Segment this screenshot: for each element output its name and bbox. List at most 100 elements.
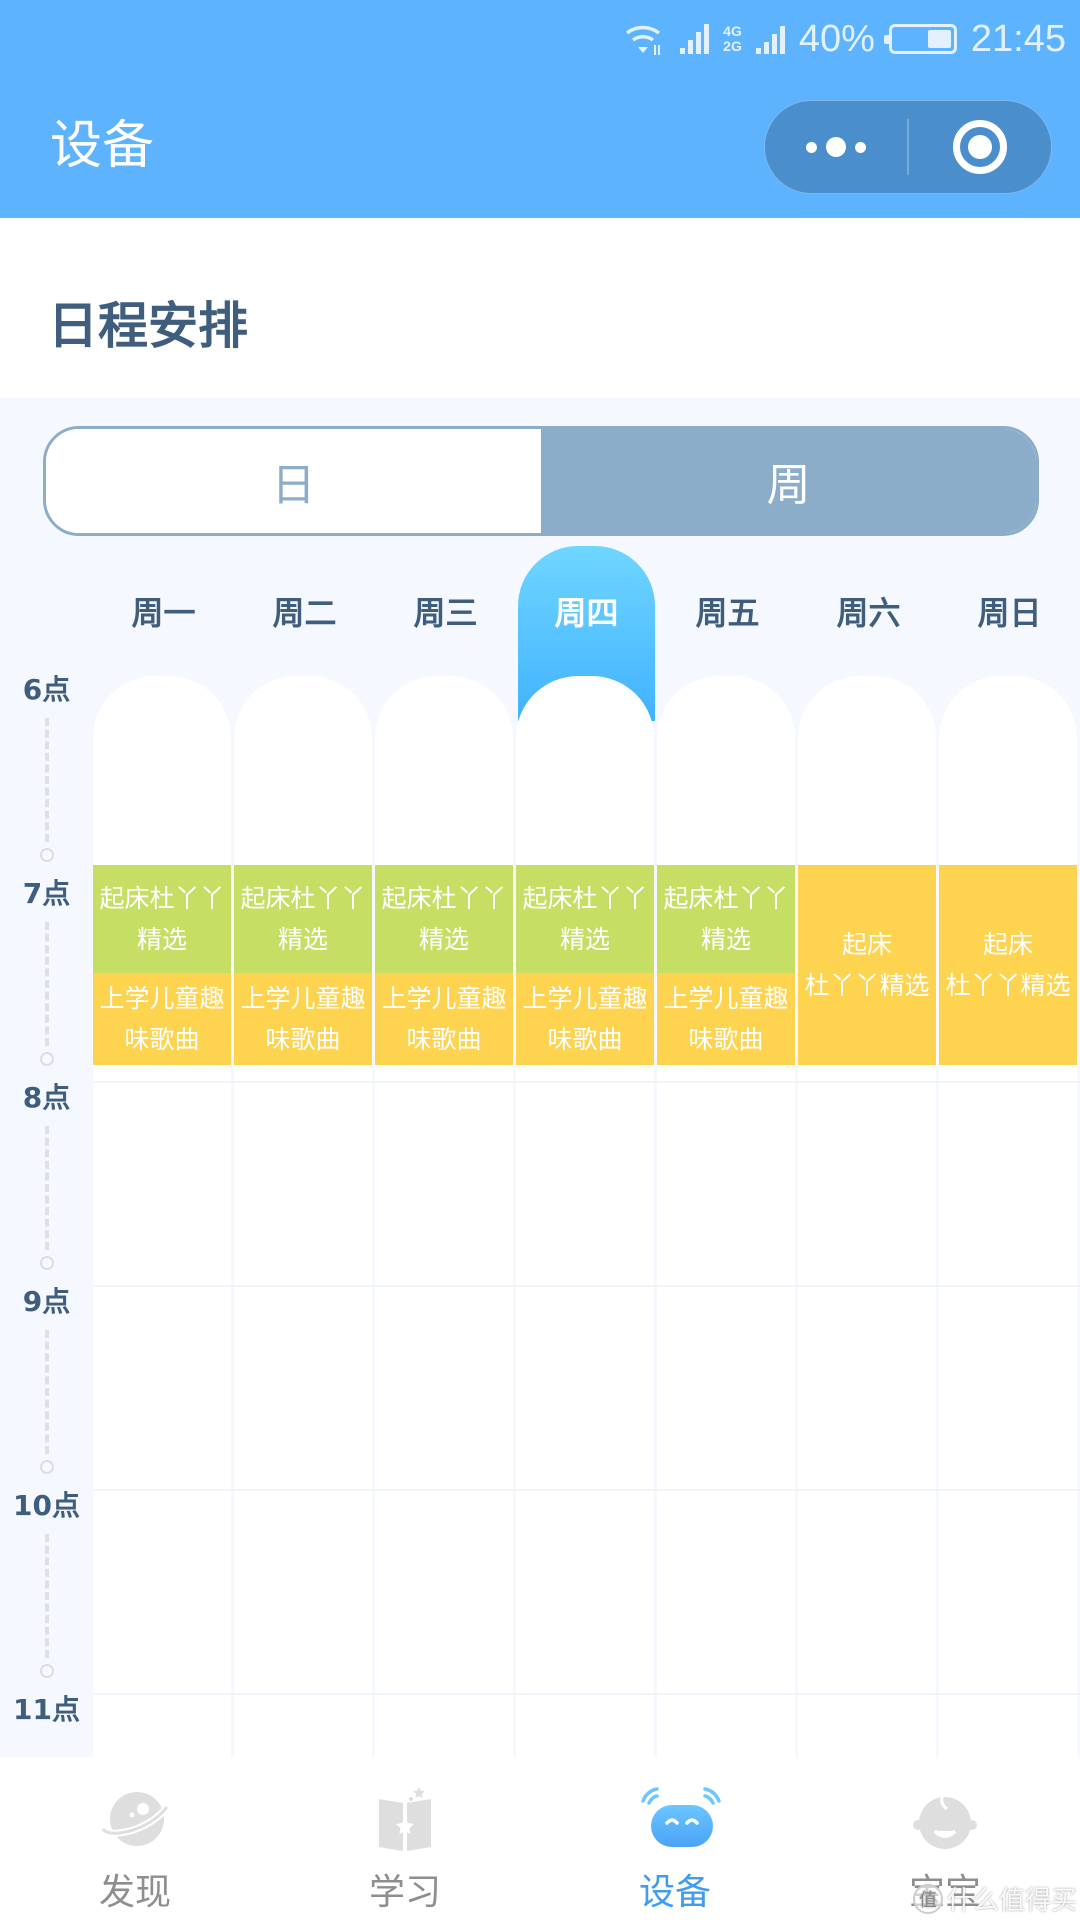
schedule-event[interactable]: 上学儿童趣 味歌曲	[375, 973, 513, 1065]
day-header-sat[interactable]: 周六	[798, 546, 939, 676]
event-title-line: 味歌曲	[124, 1025, 200, 1054]
more-dots-icon	[806, 137, 866, 157]
day-header-fri[interactable]: 周五	[657, 546, 798, 676]
event-title: 起床杜丫丫精选	[381, 878, 506, 960]
timeline-dot	[40, 1664, 54, 1678]
hour-label: 6点	[22, 673, 71, 706]
tab-label: 学习	[368, 1872, 441, 1913]
day-column[interactable]	[234, 676, 372, 1766]
event-title-line: 起床	[982, 929, 1033, 959]
schedule-event[interactable]: 起床杜丫丫精选	[516, 865, 654, 974]
day-column[interactable]	[798, 676, 936, 1766]
day-label: 周五	[695, 594, 760, 632]
day-header-mon[interactable]: 周一	[93, 546, 234, 676]
event-title-line: 上学儿童趣	[663, 984, 789, 1013]
hour-label: 7点	[22, 877, 71, 910]
close-button[interactable]	[909, 120, 1051, 174]
event-title-line: 精选	[136, 925, 187, 955]
event-title: 上学儿童趣 味歌曲	[240, 978, 365, 1060]
event-title-line: 起床杜丫丫	[240, 884, 366, 914]
event-title-line: 精选	[418, 925, 469, 955]
schedule-event[interactable]: 起床杜丫丫精选	[657, 865, 795, 974]
week-grid[interactable]: 起床杜丫丫 精选 上学儿童趣 味歌曲 起床杜丫丫 精选 上学儿童趣 味歌曲 起床杜丫丫 精选 上学儿…	[93, 676, 1080, 1766]
tab-device[interactable]: 设备	[540, 1757, 810, 1920]
event-title: 上学儿童趣 味歌曲	[663, 978, 788, 1060]
day-column[interactable]	[939, 676, 1077, 1766]
timeline-dot	[40, 848, 54, 862]
toggle-week[interactable]: 周	[541, 429, 1036, 533]
day-header-thu[interactable]: 周四	[516, 546, 657, 721]
schedule-event[interactable]: 上学儿童趣 味歌曲	[516, 973, 654, 1065]
event-title: 起床杜丫丫精选	[663, 878, 788, 960]
day-header-tue[interactable]: 周二	[234, 546, 375, 676]
event-title-line: 杜丫丫精选	[804, 970, 930, 1000]
book-star-icon	[369, 1785, 441, 1855]
battery-icon	[883, 24, 957, 54]
page-title: 日程安排	[48, 297, 248, 355]
event-title-line: 精选	[700, 925, 751, 955]
day-column[interactable]	[657, 676, 795, 1766]
timeline-rail	[45, 1126, 49, 1250]
tab-learn[interactable]: 学习	[270, 1757, 540, 1920]
more-button[interactable]	[765, 101, 907, 193]
day-label: 周日	[977, 594, 1042, 632]
battery-fill	[927, 30, 951, 48]
watermark-text: 什么值得买	[947, 1886, 1078, 1916]
status-bar: 4G 2G 40% 21:45	[624, 14, 1066, 64]
hour-gridline	[93, 1285, 1080, 1287]
hour-gridline	[93, 1081, 1080, 1083]
schedule-event[interactable]: 起床杜丫丫精选	[93, 865, 231, 974]
day-column[interactable]	[516, 676, 654, 1766]
event-title: 起床杜丫丫精选	[99, 878, 224, 960]
mini-program-capsule	[764, 100, 1052, 194]
target-circle-icon	[953, 120, 1007, 174]
schedule-event[interactable]: 起床杜丫丫精选	[234, 865, 372, 974]
tab-label: 设备	[638, 1872, 711, 1913]
event-title: 起床杜丫丫精选	[945, 924, 1070, 1006]
signal-2-icon	[755, 24, 785, 54]
timeline-rail	[45, 922, 49, 1046]
hour-gridline	[93, 1693, 1080, 1695]
event-title-line: 上学儿童趣	[240, 984, 366, 1013]
tab-discover[interactable]: 发现	[0, 1757, 270, 1920]
schedule-event[interactable]: 起床杜丫丫精选	[939, 865, 1077, 1065]
schedule-event[interactable]: 起床杜丫丫精选	[375, 865, 513, 974]
watermark-badge: 值	[913, 1883, 943, 1914]
timeline-dot	[40, 1460, 54, 1474]
day-label: 周四	[554, 594, 619, 632]
toggle-day[interactable]: 日	[46, 429, 541, 533]
day-column[interactable]	[93, 676, 231, 1766]
network-bottom: 2G	[723, 38, 742, 54]
event-title-line: 起床杜丫丫	[663, 884, 789, 914]
network-top: 4G	[723, 23, 742, 39]
event-title: 上学儿童趣 味歌曲	[522, 978, 647, 1060]
baby-face-icon	[909, 1785, 981, 1855]
event-title: 起床杜丫丫精选	[522, 878, 647, 960]
event-title: 起床杜丫丫精选	[804, 924, 929, 1006]
timeline-rail	[45, 718, 49, 842]
hour-label: 9点	[22, 1285, 71, 1318]
robot-device-icon	[639, 1785, 721, 1855]
day-header-wed[interactable]: 周三	[375, 546, 516, 676]
event-title-line: 上学儿童趣	[381, 984, 507, 1013]
schedule-event[interactable]: 上学儿童趣 味歌曲	[93, 973, 231, 1065]
watermark: 值 什么值得买	[913, 1880, 1077, 1917]
day-label: 周三	[413, 594, 478, 632]
timeline-dot	[40, 1256, 54, 1270]
schedule-event[interactable]: 起床杜丫丫精选	[798, 865, 936, 1065]
event-title-line: 味歌曲	[547, 1025, 623, 1054]
schedule-event[interactable]: 上学儿童趣 味歌曲	[657, 973, 795, 1065]
event-title-line: 杜丫丫精选	[945, 970, 1071, 1000]
day-label: 周一	[131, 594, 196, 632]
view-toggle: 日 周	[43, 426, 1039, 536]
weekday-header: 周一 周二 周三 周四 周五 周六 周日	[93, 546, 1080, 721]
event-title-line: 起床杜丫丫	[522, 884, 648, 914]
schedule-section: 日 周 周一 周二 周三 周四 周五 周六 周日 6点 7点 8点 9点 10点 11点 …	[0, 398, 1080, 1766]
day-header-sun[interactable]: 周日	[939, 546, 1080, 676]
event-title-line: 味歌曲	[688, 1025, 764, 1054]
event-title-line: 起床	[841, 929, 892, 959]
signal-icon	[680, 24, 710, 54]
schedule-event[interactable]: 上学儿童趣 味歌曲	[234, 973, 372, 1065]
day-column[interactable]	[375, 676, 513, 1766]
event-title-line: 味歌曲	[406, 1025, 482, 1054]
